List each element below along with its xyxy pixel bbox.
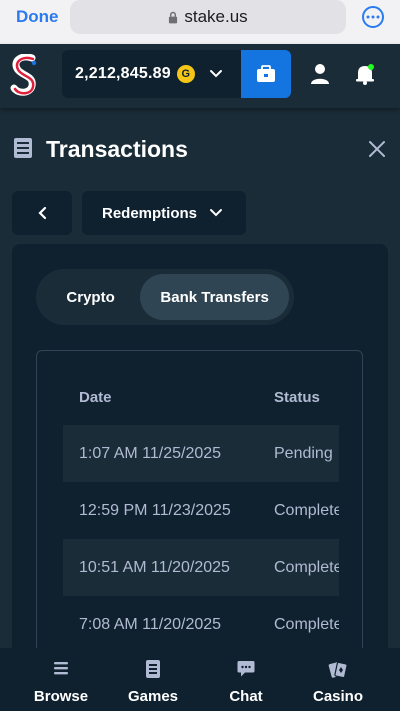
tab-crypto[interactable]: Crypto [41,274,140,320]
nav-label: Games [127,688,179,705]
nav-label: Chat [229,688,263,705]
balance-selector[interactable]: 2,212,845.89 G [62,50,242,98]
nav-casino[interactable]: Casino [292,648,384,711]
app-header: 2,212,845.89 G [0,44,400,108]
bell-icon[interactable] [353,62,377,86]
wallet-icon [257,65,275,82]
transactions-table: Date Status 1:07 AM 11/25/2025 Pending 1… [36,350,363,690]
table-row: 10:51 AM 11/20/2025 Complete [63,539,339,596]
close-icon[interactable] [368,140,386,158]
table-header: Date Status [37,377,362,417]
done-button[interactable]: Done [16,7,59,27]
games-icon [146,660,160,678]
url-text: stake.us [184,7,248,26]
nav-label: Casino [312,688,363,705]
row-status: Complete [274,502,339,519]
casino-icon [328,661,348,679]
table-row: 12:59 PM 11/23/2025 Complete [63,482,339,539]
chevron-down-icon [209,70,222,78]
table-row: 7:08 AM 11/20/2025 Complete [63,596,339,653]
row-date: 7:08 AM 11/20/2025 [79,616,222,633]
balance-value: 2,212,845.89 [75,65,171,82]
transaction-type-label: Redemptions [102,204,198,222]
user-icon[interactable] [308,62,332,86]
gold-coin-icon: G [176,65,195,83]
tab-bank-transfers[interactable]: Bank Transfers [140,274,289,320]
nav-games[interactable]: Games [107,648,199,711]
table-row: 1:07 AM 11/25/2025 Pending [63,425,339,482]
column-header-status: Status [274,389,320,406]
row-status: Pending [274,445,333,462]
chevron-left-icon [38,206,47,220]
method-tabs: Crypto Bank Transfers [36,269,294,325]
row-date: 10:51 AM 11/20/2025 [79,559,230,576]
chevron-down-icon [210,209,223,217]
nav-chat[interactable]: Chat [200,648,292,711]
stake-logo-icon[interactable] [10,54,40,98]
lock-icon [169,11,178,23]
chat-icon [237,661,255,677]
more-options-icon[interactable] [362,6,384,28]
receipt-icon [14,138,32,158]
row-date: 1:07 AM 11/25/2025 [79,445,222,462]
title-row: Transactions [0,130,400,166]
row-status: Complete [274,616,339,633]
bottom-nav: Browse Games Chat Casino [0,648,400,711]
transaction-type-select[interactable]: Redemptions [82,191,246,235]
row-date: 12:59 PM 11/23/2025 [79,502,231,519]
address-bar[interactable]: stake.us [70,0,346,34]
nav-browse[interactable]: Browse [15,648,107,711]
wallet-button[interactable] [241,50,291,98]
page-title: Transactions [46,136,188,162]
column-header-date: Date [79,389,112,406]
menu-icon [54,662,68,675]
row-status: Complete [274,559,339,576]
nav-label: Browse [33,688,89,705]
back-button[interactable] [12,191,72,235]
browser-bar: Done stake.us [0,0,400,44]
